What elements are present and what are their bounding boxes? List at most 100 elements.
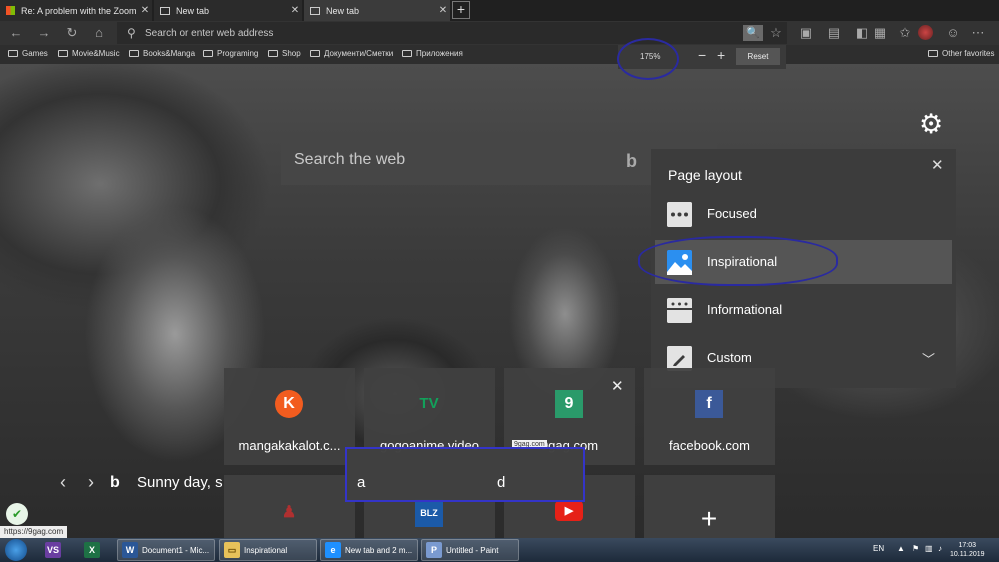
- folder-icon: [129, 50, 139, 57]
- bing-logo-icon: b: [110, 474, 120, 491]
- folder-icon: [58, 50, 68, 57]
- more-menu-icon[interactable]: ⋯: [970, 25, 986, 41]
- favorite-folder[interactable]: Документи/Сметки: [310, 49, 393, 58]
- close-icon[interactable]: ✕: [931, 156, 944, 174]
- language-indicator[interactable]: EN: [873, 544, 884, 553]
- taskbar-window-button[interactable]: P Untitled - Paint: [421, 539, 519, 561]
- top-site-tile[interactable]: f facebook.com: [644, 368, 775, 465]
- page-icon: [310, 6, 320, 15]
- windows-start-icon[interactable]: [5, 539, 27, 561]
- tab-new-2[interactable]: New tab ✕: [304, 0, 450, 21]
- top-site-tile[interactable]: K mangakakalot.c...: [224, 368, 355, 465]
- panel-title: Page layout: [668, 167, 742, 183]
- star-favorite-icon[interactable]: ☆: [768, 25, 784, 41]
- back-arrow-icon[interactable]: ←: [8, 25, 24, 41]
- settings-gear-icon[interactable]: ⚙: [919, 111, 943, 138]
- refresh-icon[interactable]: ↻: [64, 25, 80, 41]
- tab-title: Re: A problem with the Zoom le...: [21, 5, 138, 16]
- taskbar-pinned-app[interactable]: X: [84, 539, 104, 561]
- 9gag-logo-icon: 9: [555, 390, 583, 418]
- clock-date: 10.11.2019: [950, 551, 985, 558]
- home-icon[interactable]: ⌂: [91, 25, 107, 41]
- volume-icon[interactable]: ♪: [938, 544, 942, 553]
- layout-option-informational[interactable]: Informational: [655, 288, 952, 332]
- close-tab-icon[interactable]: ✕: [138, 5, 152, 16]
- focused-layout-icon: [667, 202, 692, 227]
- annotation-oval: [638, 236, 838, 286]
- bing-logo-icon: b: [626, 151, 637, 171]
- top-site-tile[interactable]: ♟: [224, 475, 355, 538]
- favorites-hub-icon[interactable]: ✩: [897, 25, 913, 41]
- close-tab-icon[interactable]: ✕: [436, 5, 450, 16]
- smiley-feedback-icon[interactable]: ☺: [945, 25, 961, 41]
- taskbar-window-button[interactable]: e New tab and 2 m...: [320, 539, 418, 561]
- taskbar-window-label: Inspirational: [244, 545, 288, 555]
- edge-icon: e: [325, 542, 341, 558]
- annotation-letter: d: [497, 474, 506, 491]
- clock[interactable]: 17:03 10.11.2019: [950, 541, 985, 559]
- chevron-left-icon[interactable]: ‹: [60, 472, 66, 493]
- folder-icon: [310, 50, 320, 57]
- folder-icon: [402, 50, 412, 57]
- avatar[interactable]: [918, 25, 933, 40]
- favorite-label: Movie&Music: [72, 49, 120, 58]
- word-icon: W: [122, 542, 138, 558]
- shield-check-icon[interactable]: ✔: [6, 503, 28, 525]
- favorite-label: Документи/Сметки: [324, 49, 394, 58]
- annotation-oval: [617, 38, 679, 80]
- tile-label: mangakakalot.c...: [238, 438, 341, 453]
- search-placeholder: Search the web: [294, 151, 406, 168]
- windows-logo-icon: [6, 6, 15, 15]
- favorite-folder[interactable]: Books&Manga: [129, 49, 195, 58]
- annotation-letter: a: [357, 474, 366, 491]
- favorite-folder[interactable]: Movie&Music: [58, 49, 120, 58]
- favorite-folder[interactable]: Shop: [268, 49, 301, 58]
- chevron-down-icon[interactable]: ﹀: [922, 349, 935, 368]
- taskbar-window-label: Untitled - Paint: [446, 545, 499, 555]
- tab-new-1[interactable]: New tab ✕: [154, 0, 302, 21]
- gogoanime-logo-icon: TV: [419, 395, 439, 412]
- mangakakalot-logo-icon: K: [275, 390, 303, 418]
- remove-tile-close-icon[interactable]: ✕: [611, 377, 624, 395]
- tile-label: facebook.com: [669, 438, 750, 453]
- favorite-folder[interactable]: Приложения: [402, 49, 463, 58]
- taskbar-window-button[interactable]: W Document1 - Mic...: [117, 539, 215, 561]
- forward-arrow-icon[interactable]: →: [36, 25, 52, 41]
- zoom-reset-button[interactable]: Reset: [736, 48, 780, 65]
- paint-icon: P: [426, 542, 442, 558]
- network-icon[interactable]: ▥: [925, 544, 933, 553]
- collections-icon[interactable]: ▣: [798, 25, 814, 41]
- add-site-tile[interactable]: +: [644, 475, 775, 538]
- extension-icon[interactable]: ▤: [826, 25, 842, 41]
- other-favorites[interactable]: Other favorites: [928, 49, 994, 58]
- blizzard-logo-icon: BLZ: [415, 499, 443, 527]
- visual-studio-icon: VS: [45, 542, 61, 558]
- informational-layout-icon: [667, 298, 692, 323]
- flag-icon[interactable]: ⚑: [912, 544, 919, 553]
- taskbar-pinned-app[interactable]: VS: [45, 539, 65, 561]
- annotation-rectangle: [345, 447, 585, 502]
- tab-zoom-problem[interactable]: Re: A problem with the Zoom le... ✕: [0, 0, 152, 21]
- favorite-label: Books&Manga: [143, 49, 196, 58]
- page-icon: [160, 6, 170, 15]
- chevron-right-icon[interactable]: ›: [88, 472, 94, 493]
- address-placeholder: Search or enter web address: [145, 28, 274, 39]
- new-tab-button[interactable]: +: [452, 1, 470, 19]
- other-favorites-label: Other favorites: [942, 49, 995, 58]
- search-icon: ⚲: [127, 26, 136, 40]
- zoom-out-button[interactable]: −: [698, 47, 706, 63]
- media-icon[interactable]: ▦: [872, 25, 888, 41]
- taskbar-window-button[interactable]: ▭ Inspirational: [219, 539, 317, 561]
- layout-option-focused[interactable]: Focused: [655, 192, 952, 236]
- zoom-in-button[interactable]: +: [717, 47, 725, 63]
- tray-arrow-icon[interactable]: ▲: [897, 544, 905, 553]
- favorite-folder[interactable]: Programing: [203, 49, 258, 58]
- favorite-folder[interactable]: Games: [8, 49, 48, 58]
- zoom-magnifier-icon[interactable]: 🔍: [743, 25, 763, 41]
- folder-icon: [8, 50, 18, 57]
- excel-icon: X: [84, 542, 100, 558]
- status-url: https://9gag.com: [0, 526, 68, 538]
- reading-icon[interactable]: ◧: [854, 25, 870, 41]
- close-tab-icon[interactable]: ✕: [288, 5, 302, 16]
- tab-title: New tab: [176, 5, 210, 16]
